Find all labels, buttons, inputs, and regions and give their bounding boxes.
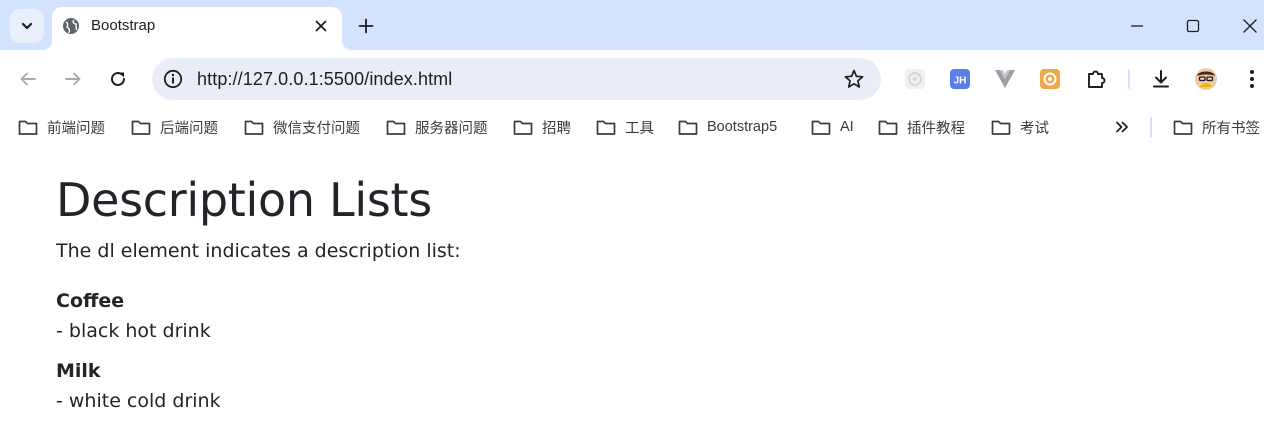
- close-icon: [1243, 19, 1257, 33]
- url-text[interactable]: http://127.0.0.1:5500/index.html: [197, 69, 452, 90]
- star-icon[interactable]: [843, 68, 865, 90]
- puzzle-icon: [1088, 70, 1106, 88]
- bookmarks-divider: [1150, 117, 1152, 137]
- description-term: Milk: [56, 360, 101, 382]
- bookmarks-bar: 前端问题 后端问题 微信支付问题 服务器问题 招聘 工具 Bootstrap5 …: [0, 108, 1264, 146]
- vue-devtools-icon: [995, 70, 1015, 88]
- bookmark-folder[interactable]: 考试: [991, 116, 1049, 138]
- folder-icon: [513, 120, 533, 135]
- folder-icon: [811, 120, 831, 135]
- page-intro: The dl element indicates a description l…: [56, 240, 461, 262]
- bookmark-folder[interactable]: 工具: [596, 116, 654, 138]
- more-vertical-icon: [1250, 70, 1254, 88]
- folder-icon: [1173, 120, 1193, 135]
- globe-icon: [63, 18, 79, 34]
- bookmark-label: 工具: [625, 120, 654, 137]
- minimize-button[interactable]: [1123, 12, 1151, 40]
- arrow-right-icon: [65, 72, 81, 86]
- folder-icon: [18, 120, 38, 135]
- info-icon[interactable]: [163, 69, 183, 89]
- ext-faded-icon: [905, 69, 925, 89]
- address-bar[interactable]: http://127.0.0.1:5500/index.html: [152, 58, 881, 100]
- bookmarks-overflow-button[interactable]: [1110, 115, 1134, 139]
- reload-button[interactable]: [103, 64, 133, 94]
- bookmark-label: 招聘: [542, 120, 571, 137]
- maximize-button[interactable]: [1179, 12, 1207, 40]
- bookmark-folder[interactable]: 服务器问题: [386, 116, 488, 138]
- minimize-icon: [1131, 25, 1143, 27]
- folder-icon: [131, 120, 151, 135]
- bookmark-label: Bootstrap5: [707, 119, 778, 135]
- bookmark-label: 插件教程: [907, 120, 965, 137]
- extension-faded-button[interactable]: [903, 67, 927, 91]
- bookmark-folder[interactable]: Bootstrap5: [678, 116, 777, 138]
- downloads-button[interactable]: [1149, 67, 1173, 91]
- browser-menu-button[interactable]: [1240, 67, 1264, 91]
- tab-search-button[interactable]: [10, 9, 44, 43]
- bookmark-folder[interactable]: AI: [811, 116, 854, 138]
- description-detail: - black hot drink: [56, 320, 211, 342]
- chevron-double-right-icon: [1116, 121, 1128, 133]
- arrow-left-icon: [20, 72, 36, 86]
- browser-toolbar: http://127.0.0.1:5500/index.html JH: [0, 50, 1264, 108]
- bookmark-label: 后端问题: [160, 120, 218, 137]
- description-detail: - white cold drink: [56, 390, 221, 412]
- avatar-icon: [1195, 68, 1217, 90]
- new-tab-button[interactable]: [352, 12, 380, 40]
- plus-icon: [358, 18, 374, 34]
- orange-extension-icon: [1040, 69, 1060, 89]
- bookmark-label: 前端问题: [47, 120, 105, 137]
- jh-extension-label: JH: [954, 76, 967, 87]
- chevron-down-icon: [21, 22, 33, 30]
- extension-vue-button[interactable]: [993, 67, 1017, 91]
- toolbar-divider: [1128, 69, 1130, 89]
- bookmark-label: 考试: [1020, 120, 1049, 137]
- folder-icon: [244, 120, 264, 135]
- extension-orange-button[interactable]: [1038, 67, 1062, 91]
- maximize-icon: [1186, 19, 1200, 33]
- back-button[interactable]: [13, 64, 43, 94]
- jh-extension-icon: JH: [950, 69, 970, 89]
- folder-icon: [991, 120, 1011, 135]
- bookmark-folder[interactable]: 招聘: [513, 116, 571, 138]
- description-term: Coffee: [56, 290, 125, 312]
- forward-button[interactable]: [58, 64, 88, 94]
- close-icon: [315, 20, 327, 32]
- bookmark-label: 微信支付问题: [273, 120, 360, 137]
- bookmark-label: AI: [840, 119, 854, 135]
- tab-strip: Bootstrap: [0, 0, 1264, 50]
- extension-jh-button[interactable]: JH: [948, 67, 972, 91]
- window-close-button[interactable]: [1236, 12, 1264, 40]
- bookmark-label: 服务器问题: [415, 120, 488, 137]
- browser-tab-active[interactable]: Bootstrap: [42, 7, 352, 50]
- page-title: Description Lists: [56, 173, 432, 227]
- bookmark-folder[interactable]: 后端问题: [131, 116, 218, 138]
- tab-close-button[interactable]: [310, 15, 332, 37]
- bookmark-folder[interactable]: 微信支付问题: [244, 116, 360, 138]
- folder-icon: [678, 120, 698, 135]
- folder-icon: [596, 120, 616, 135]
- tab-title: Bootstrap: [91, 17, 156, 34]
- folder-icon: [878, 120, 898, 135]
- bookmark-folder[interactable]: 插件教程: [878, 116, 965, 138]
- extensions-menu-button[interactable]: [1084, 67, 1108, 91]
- bookmark-folder[interactable]: 前端问题: [18, 116, 105, 138]
- reload-icon: [111, 71, 125, 86]
- download-icon: [1153, 70, 1169, 88]
- profile-button[interactable]: [1194, 67, 1218, 91]
- bookmark-label: 所有书签: [1202, 120, 1260, 137]
- all-bookmarks-folder[interactable]: 所有书签: [1173, 116, 1260, 138]
- folder-icon: [386, 120, 406, 135]
